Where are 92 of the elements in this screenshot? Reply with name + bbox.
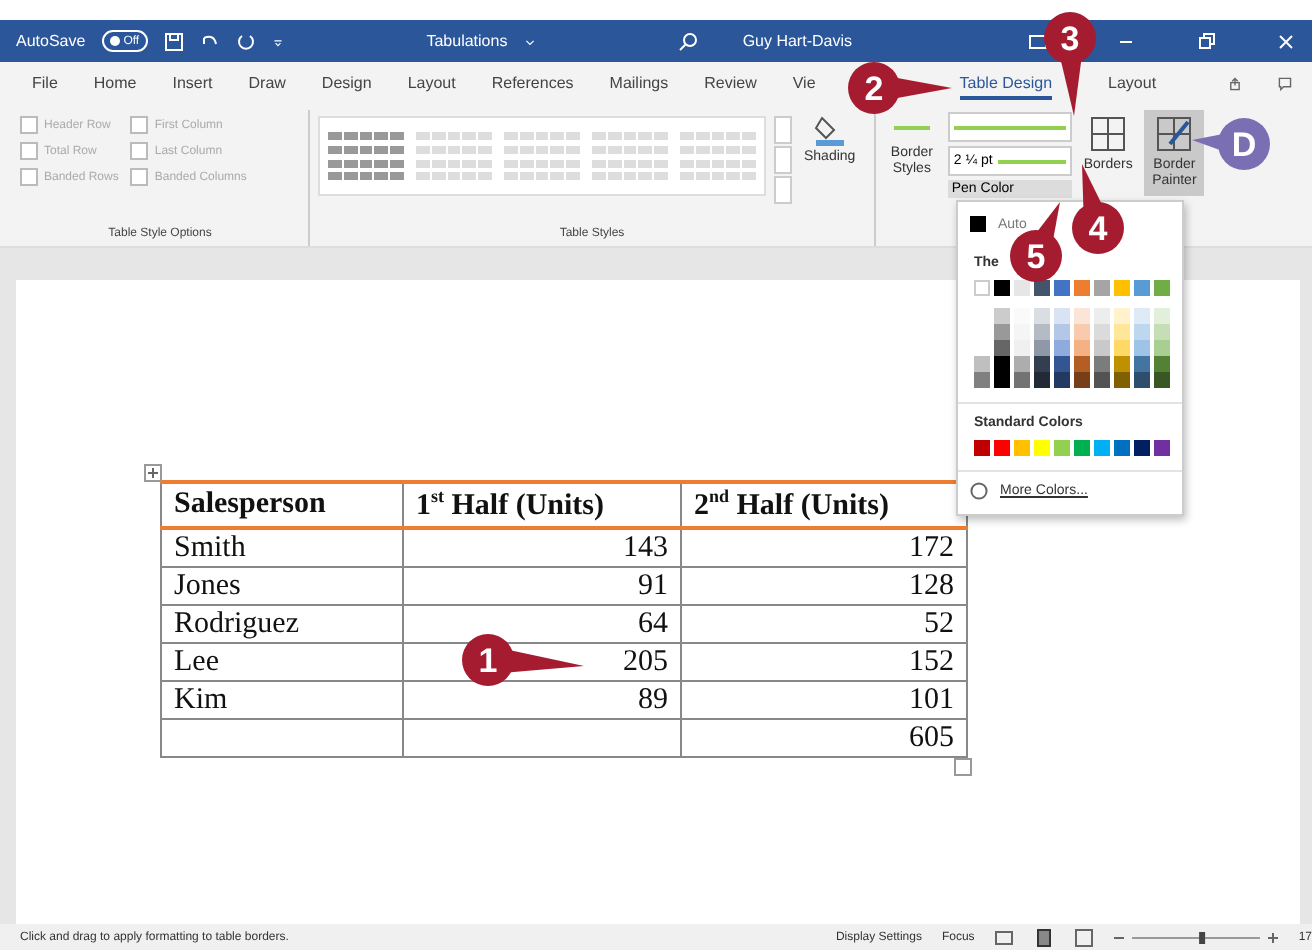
comment-icon[interactable] [1278,74,1292,94]
table-cell: 52 [681,605,967,643]
zoom-in-icon[interactable] [1268,929,1279,945]
color-shade-column[interactable] [1154,308,1170,388]
color-swatch[interactable] [1074,440,1090,456]
callout: 1 [462,634,584,686]
table-cell: Kim [161,681,403,719]
web-layout-icon[interactable] [1074,927,1095,947]
save-icon[interactable] [163,31,184,51]
autosave-label: AutoSave [16,32,86,50]
color-swatch[interactable] [1114,440,1130,456]
ribbon-tab[interactable]: Review [704,69,757,99]
color-swatch[interactable] [1014,440,1030,456]
ribbon-tab[interactable]: Layout [1108,69,1157,99]
table-cell: 143 [403,528,681,567]
print-layout-icon[interactable] [1034,927,1055,947]
color-shade-column[interactable] [1034,308,1050,388]
ribbon-tab[interactable]: Table Design [959,69,1053,99]
table-resize-handle[interactable] [954,758,972,776]
gallery-more[interactable] [774,176,792,204]
table-cell: Smith [161,528,403,567]
document-title: Tabulations [426,32,508,50]
color-swatch[interactable] [1014,280,1030,296]
table-cell: 172 [681,528,967,567]
table-style-gallery[interactable] [318,116,766,196]
table-cell: 91 [403,567,681,605]
column-header: 1$^{st}$ Half (Units) [403,482,681,528]
table-move-handle-icon[interactable] [144,464,162,482]
color-shade-column[interactable] [1134,308,1150,388]
color-swatch[interactable] [994,440,1010,456]
color-swatch[interactable] [994,280,1010,296]
color-shade-column[interactable] [1114,308,1130,388]
search-icon[interactable] [678,31,699,51]
table-cell: Rodriguez [161,605,403,643]
color-swatch[interactable] [1134,280,1150,296]
table-cell: 605 [681,719,967,757]
callout: 2 [848,62,952,114]
gallery-scroll-down[interactable] [774,146,792,174]
table-cell: 152 [681,643,967,681]
close-icon[interactable] [1276,31,1296,51]
color-swatch[interactable] [1054,280,1070,296]
color-swatch[interactable] [1054,440,1070,456]
ribbon-display-icon[interactable] [1028,31,1048,51]
color-swatch[interactable] [1074,280,1090,296]
callout: D [1192,118,1270,170]
color-swatch[interactable] [1114,280,1130,296]
table-style-thumbnail[interactable] [592,130,668,182]
gallery-scroll-up[interactable] [774,116,792,144]
color-swatch[interactable] [1094,440,1110,456]
table-style-thumbnail[interactable] [416,130,492,182]
borders-grid-icon [1088,114,1129,154]
color-shade-column[interactable] [994,308,1010,388]
color-shade-column[interactable] [1074,308,1090,388]
table-cell: Lee [161,643,403,681]
table-cell: Jones [161,567,403,605]
color-swatch[interactable] [1034,280,1050,296]
color-swatch[interactable] [1154,440,1170,456]
table-style-thumbnail[interactable] [504,130,580,182]
border-painter-icon [1154,114,1195,154]
ribbon-tab[interactable]: Layout [407,69,456,99]
table-style-thumbnail[interactable] [680,130,756,182]
table-style-thumbnail[interactable] [328,130,404,182]
restore-icon[interactable] [1196,31,1216,51]
table-cell: 101 [681,681,967,719]
color-swatch[interactable] [1154,280,1170,296]
color-swatch[interactable] [1034,440,1050,456]
color-shade-column[interactable] [1014,308,1030,388]
ribbon-tab[interactable]: Mailings [609,69,669,99]
user-name: Guy Hart-Davis [742,32,852,50]
table-cell: 128 [681,567,967,605]
ribbon-tab[interactable]: Draw [248,69,286,99]
color-swatch[interactable] [1134,440,1150,456]
zoom-slider-thumb[interactable] [1199,931,1206,943]
ribbon-tab[interactable]: References [491,69,574,99]
ribbon-tab[interactable]: Insert [172,69,213,99]
color-shade-column[interactable] [1054,308,1070,388]
ribbon-tab[interactable]: Design [321,69,372,99]
line-style-dropdown[interactable] [947,112,1072,142]
redo-icon[interactable] [235,31,256,51]
color-shade-column[interactable] [1094,308,1110,388]
color-swatch[interactable] [1094,280,1110,296]
palette-icon [970,482,988,500]
paint-bucket-icon [811,114,848,146]
read-mode-icon[interactable] [994,927,1015,947]
ribbon-tab[interactable]: File [32,69,58,99]
color-swatch[interactable] [974,280,990,296]
ribbon-tab[interactable]: Vie [792,69,816,99]
column-header: Salesperson [161,482,403,528]
ribbon-tab[interactable]: Home [93,69,137,99]
share-icon[interactable] [1228,74,1243,94]
color-swatch[interactable] [974,440,990,456]
zoom-slider[interactable] [1132,929,1261,945]
